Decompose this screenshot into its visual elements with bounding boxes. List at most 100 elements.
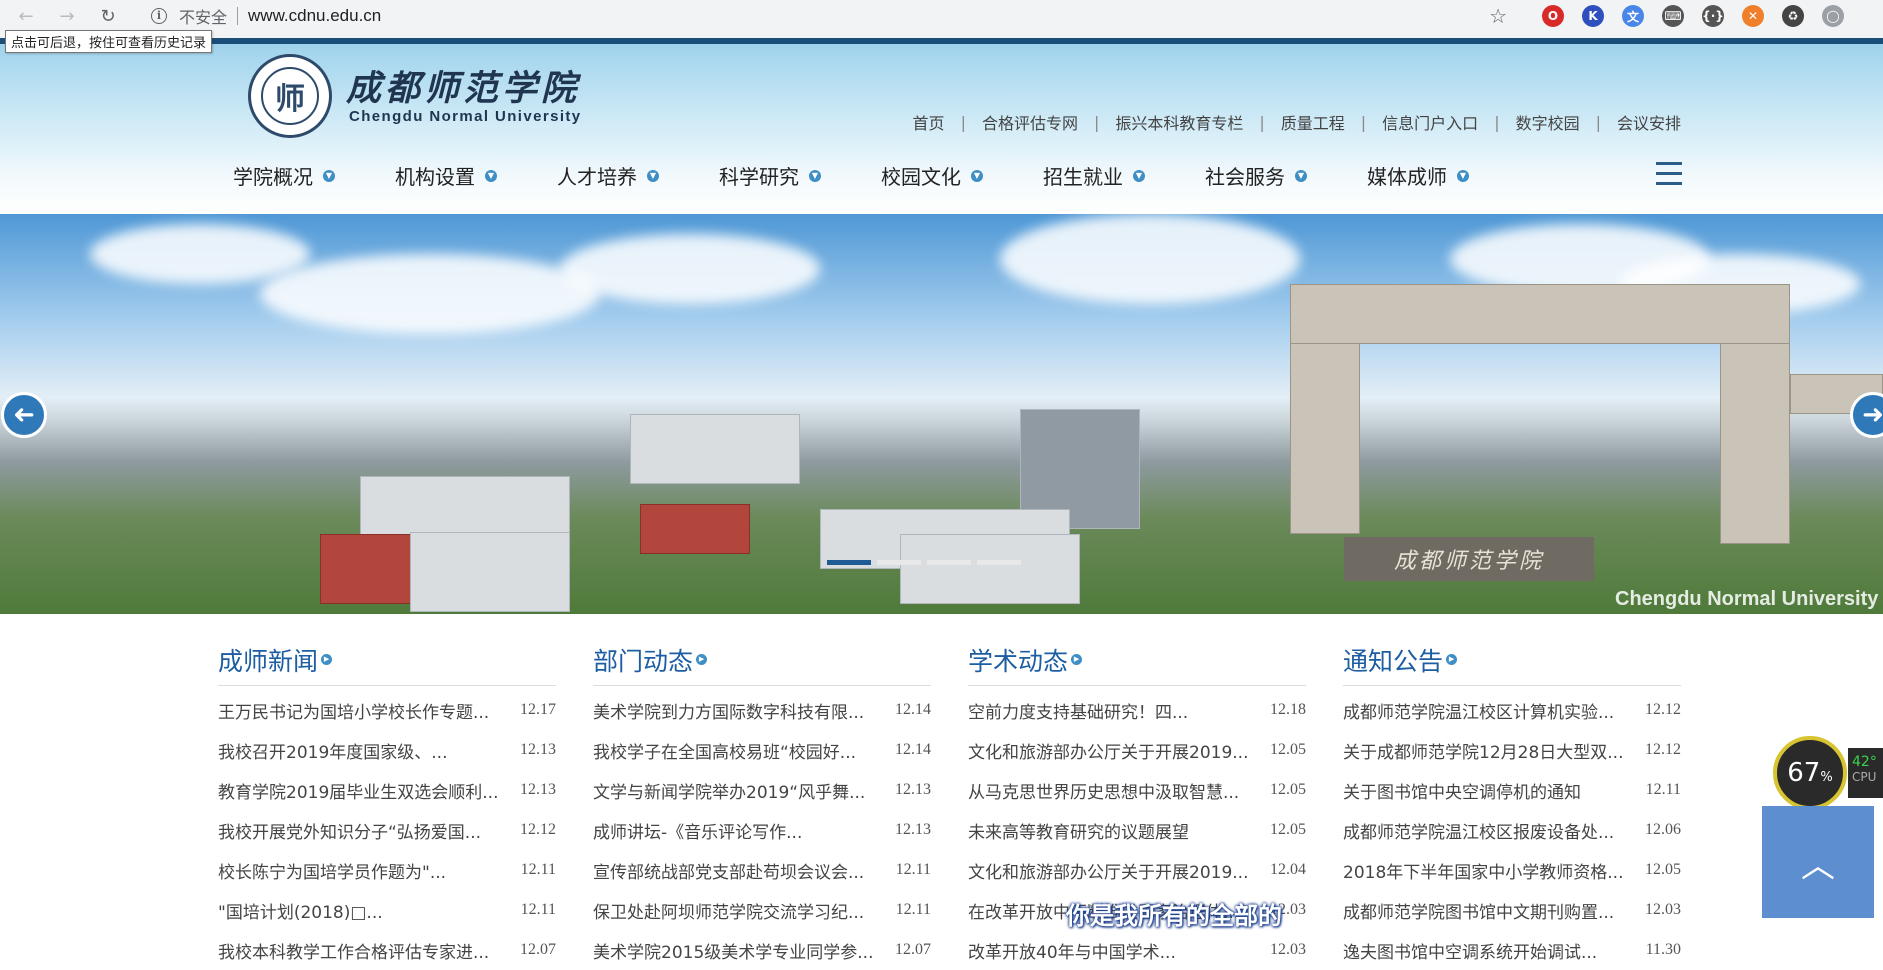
news-item[interactable]: 逸夫图书馆中空调系统开始调试... 11.30 (1343, 930, 1681, 970)
news-item[interactable]: 成都师范学院温江校区报废设备处... 12.06 (1343, 810, 1681, 850)
translate-extension-icon[interactable]: 文 (1622, 5, 1644, 27)
news-item[interactable]: 我校学子在全国高校易班“校园好... 12.14 (593, 730, 931, 770)
news-item-title[interactable]: 文化和旅游部办公厅关于开展2019... (968, 738, 1258, 763)
nav-item-6[interactable]: 社会服务 ▼ (1205, 161, 1367, 190)
news-item[interactable]: 我校开展党外知识分子“弘扬爱国... 12.12 (218, 810, 556, 850)
k-extension-icon[interactable]: K (1582, 5, 1604, 27)
top-link-4[interactable]: 信息门户入口 (1382, 110, 1478, 134)
news-column-title[interactable]: 成师新闻 (218, 642, 318, 678)
news-item-title[interactable]: 王万民书记为国培小学校长作专题... (218, 698, 508, 723)
news-item-title[interactable]: 成都师范学院图书馆中文期刊购置... (1343, 898, 1633, 923)
news-item[interactable]: 我校召开2019年度国家级、... 12.13 (218, 730, 556, 770)
news-item-title[interactable]: 我校召开2019年度国家级、... (218, 738, 508, 763)
news-item-title[interactable]: 成师讲坛-《音乐评论写作... (593, 818, 883, 843)
top-link-1[interactable]: 合格评估专网 (982, 110, 1078, 134)
news-item[interactable]: 成都师范学院温江校区计算机实验... 12.12 (1343, 690, 1681, 730)
nav-item-1[interactable]: 机构设置 ▼ (395, 161, 557, 190)
slide-dot[interactable] (877, 560, 921, 565)
news-item[interactable]: 空前力度支持基础研究！四... 12.18 (968, 690, 1306, 730)
news-item[interactable]: 关于图书馆中央空调停机的通知 12.11 (1343, 770, 1681, 810)
news-item[interactable]: 美术学院2015级美术学专业同学参... 12.07 (593, 930, 931, 970)
nav-item-2[interactable]: 人才培养 ▼ (557, 161, 719, 190)
top-link-0[interactable]: 首页 (913, 110, 945, 134)
news-item[interactable]: 改革开放40年与中国学术... 12.03 (968, 930, 1306, 970)
top-link-6[interactable]: 会议安排 (1617, 110, 1681, 134)
top-link-3[interactable]: 质量工程 (1281, 110, 1345, 134)
banner-prev-arrow-icon[interactable]: ➜ (1, 392, 47, 438)
orange-extension-icon[interactable]: ✕ (1742, 5, 1764, 27)
slide-dot[interactable] (827, 560, 871, 565)
news-item[interactable]: 关于成都师范学院12月28日大型双... 12.12 (1343, 730, 1681, 770)
opera-extension-icon[interactable]: O (1542, 5, 1564, 27)
back-button[interactable]: ← (14, 4, 38, 28)
news-item-title[interactable]: 我校本科教学工作合格评估专家进... (218, 938, 508, 963)
news-item-title[interactable]: 美术学院2015级美术学专业同学参... (593, 938, 883, 963)
news-item-title[interactable]: 关于成都师范学院12月28日大型双... (1343, 738, 1633, 763)
news-column-title[interactable]: 部门动态 (593, 642, 693, 678)
news-item-title[interactable]: 我校学子在全国高校易班“校园好... (593, 738, 883, 763)
news-item-title[interactable]: 文化和旅游部办公厅关于开展2019... (968, 858, 1258, 883)
more-arrow-icon[interactable]: ▶ (1446, 654, 1458, 665)
news-column-header[interactable]: 通知公告 ▶ (1343, 640, 1681, 686)
news-item-title[interactable]: 宣传部统战部党支部赴苟坝会议会... (593, 858, 883, 883)
news-item[interactable]: 成师讲坛-《音乐评论写作... 12.13 (593, 810, 931, 850)
json-extension-icon[interactable]: {·} (1702, 5, 1724, 27)
news-item[interactable]: 宣传部统战部党支部赴苟坝会议会... 12.11 (593, 850, 931, 890)
back-to-top-button[interactable]: ︿ (1762, 806, 1874, 918)
news-item[interactable]: 文化和旅游部办公厅关于开展2019... 12.04 (968, 850, 1306, 890)
keyboard-extension-icon[interactable]: ⌨ (1662, 5, 1684, 27)
news-item[interactable]: 校长陈宁为国培学员作题为"... 12.11 (218, 850, 556, 890)
news-item[interactable]: 保卫处赴阿坝师范学院交流学习纪... 12.11 (593, 890, 931, 930)
news-item[interactable]: "国培计划(2018)□... 12.11 (218, 890, 556, 930)
news-item-title[interactable]: 关于图书馆中央空调停机的通知 (1343, 778, 1633, 803)
news-item[interactable]: 从马克思世界历史思想中汲取智慧... 12.05 (968, 770, 1306, 810)
news-column-title[interactable]: 通知公告 (1343, 642, 1443, 678)
news-item-title[interactable]: 从马克思世界历史思想中汲取智慧... (968, 778, 1258, 803)
news-item-title[interactable]: 成都师范学院温江校区报废设备处... (1343, 818, 1633, 843)
nav-item-4[interactable]: 校园文化 ▼ (881, 161, 1043, 190)
nav-item-7[interactable]: 媒体成师 ▼ (1367, 161, 1529, 190)
news-item-title[interactable]: 校长陈宁为国培学员作题为"... (218, 858, 508, 883)
forward-button[interactable]: → (55, 4, 79, 28)
news-item[interactable]: 王万民书记为国培小学校长作专题... 12.17 (218, 690, 556, 730)
hamburger-menu-icon[interactable] (1656, 162, 1682, 186)
news-item-title[interactable]: 改革开放40年与中国学术... (968, 938, 1258, 963)
cpu-usage-widget[interactable]: 67% (1773, 736, 1847, 810)
news-column-title[interactable]: 学术动态 (968, 642, 1068, 678)
news-item[interactable]: 2018年下半年国家中小学教师资格... 12.05 (1343, 850, 1681, 890)
news-item[interactable]: 文学与新闻学院举办2019“风乎舞... 12.13 (593, 770, 931, 810)
news-item-title[interactable]: 教育学院2019届毕业生双选会顺利... (218, 778, 508, 803)
logo-chinese-name[interactable]: 成都师范学院 (346, 60, 580, 111)
news-item[interactable]: 教育学院2019届毕业生双选会顺利... 12.13 (218, 770, 556, 810)
news-item-title[interactable]: 美术学院到力方国际数字科技有限... (593, 698, 883, 723)
news-column-header[interactable]: 成师新闻 ▶ (218, 640, 556, 686)
news-item[interactable]: 未来高等教育研究的议题展望 12.05 (968, 810, 1306, 850)
slide-dot[interactable] (927, 560, 971, 565)
news-column-header[interactable]: 部门动态 ▶ (593, 640, 931, 686)
news-column-header[interactable]: 学术动态 ▶ (968, 640, 1306, 686)
url-text[interactable]: www.cdnu.edu.cn (248, 6, 381, 26)
news-item-title[interactable]: 我校开展党外知识分子“弘扬爱国... (218, 818, 508, 843)
nav-item-0[interactable]: 学院概况 ▼ (233, 161, 395, 190)
recycle-extension-icon[interactable]: ♻ (1782, 5, 1804, 27)
reload-button[interactable]: ↻ (96, 4, 120, 28)
more-arrow-icon[interactable]: ▶ (696, 654, 708, 665)
top-link-5[interactable]: 数字校园 (1516, 110, 1580, 134)
news-item[interactable]: 成都师范学院图书馆中文期刊购置... 12.03 (1343, 890, 1681, 930)
news-item-title[interactable]: 成都师范学院温江校区计算机实验... (1343, 698, 1633, 723)
news-item-title[interactable]: 空前力度支持基础研究！四... (968, 698, 1258, 723)
news-item[interactable]: 美术学院到力方国际数字科技有限... 12.14 (593, 690, 931, 730)
news-item-title[interactable]: 2018年下半年国家中小学教师资格... (1343, 858, 1633, 883)
profile-avatar-icon[interactable]: ◯ (1822, 5, 1844, 27)
news-item-title[interactable]: 文学与新闻学院举办2019“风乎舞... (593, 778, 883, 803)
more-arrow-icon[interactable]: ▶ (321, 654, 333, 665)
info-icon[interactable]: i (151, 8, 167, 24)
news-item-title[interactable]: 逸夫图书馆中空调系统开始调试... (1343, 938, 1633, 963)
logo-english-name[interactable]: Chengdu Normal University (349, 108, 582, 125)
address-bar[interactable]: i 不安全 www.cdnu.edu.cn ☆ (137, 1, 1523, 31)
news-item-title[interactable]: 未来高等教育研究的议题展望 (968, 818, 1258, 843)
news-item-title[interactable]: 保卫处赴阿坝师范学院交流学习纪... (593, 898, 883, 923)
nav-item-5[interactable]: 招生就业 ▼ (1043, 161, 1205, 190)
news-item[interactable]: 文化和旅游部办公厅关于开展2019... 12.05 (968, 730, 1306, 770)
security-label[interactable]: 不安全 (179, 4, 227, 28)
